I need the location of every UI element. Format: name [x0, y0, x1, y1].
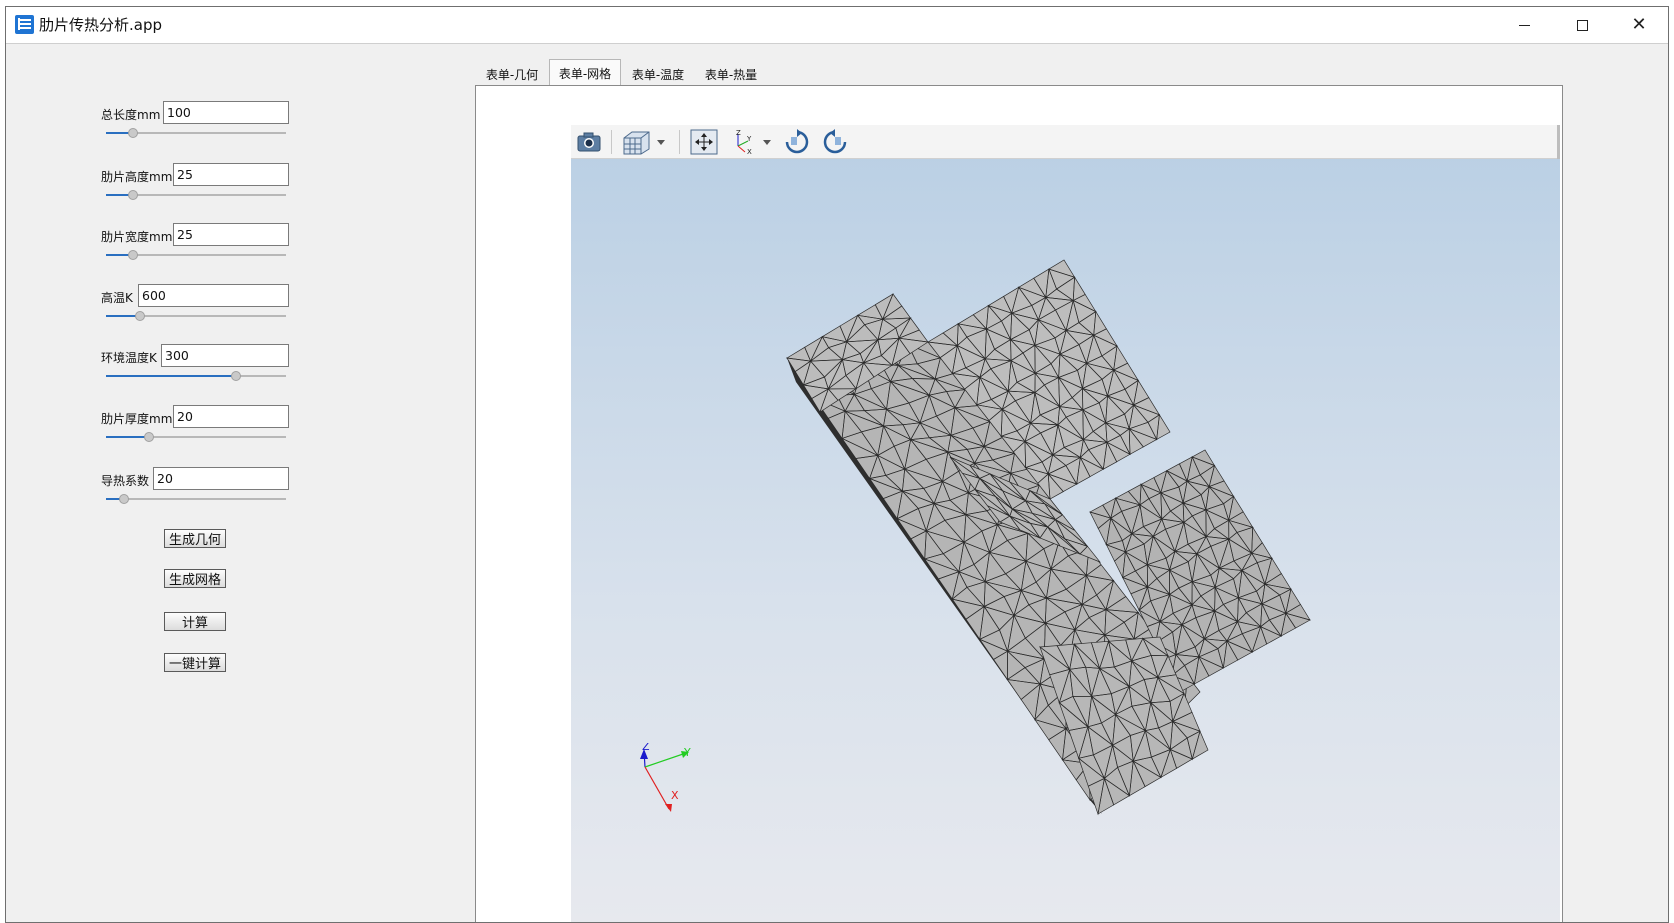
fin-thickness-input[interactable] — [173, 405, 289, 428]
fin-width-label: 肋片宽度mm — [101, 230, 173, 244]
conductivity-label: 导热系数 — [101, 474, 150, 488]
axis-y-label: Y — [683, 746, 691, 759]
minimize-icon — [1518, 24, 1530, 26]
rotate-cw-button[interactable] — [783, 128, 811, 156]
tab-temperature[interactable]: 表单-温度 — [622, 62, 694, 87]
tab-mesh[interactable]: 表单-网格 — [549, 59, 621, 87]
high-temp-label: 高温K — [101, 291, 133, 305]
mesh-tab-panel: Z Y X Z Y X — [475, 85, 1563, 922]
fin-mesh-model — [785, 259, 1311, 816]
close-button[interactable]: ✕ — [1610, 7, 1668, 43]
compute-button[interactable]: 计算 — [164, 612, 226, 631]
minimize-button[interactable] — [1495, 7, 1553, 43]
view-cube-icon — [623, 131, 665, 155]
maximize-button[interactable] — [1553, 7, 1611, 43]
zoom-extents-button[interactable] — [689, 128, 719, 156]
tab-heat[interactable]: 表单-热量 — [695, 62, 767, 87]
screenshot-button[interactable] — [575, 128, 603, 156]
parameter-panel: 总长度mm 肋片高度mm 肋片宽度mm 高温K 环境温度K 肋片厚度mm 导热系数 生成几何… — [6, 45, 476, 922]
total-length-label: 总长度mm — [101, 108, 161, 122]
view-cube-button[interactable] — [621, 128, 667, 156]
fin-width-slider[interactable] — [106, 250, 286, 260]
total-length-slider[interactable] — [106, 128, 286, 138]
total-length-input[interactable] — [163, 101, 289, 124]
generate-geometry-button[interactable]: 生成几何 — [164, 529, 226, 548]
axis-x-label: X — [671, 789, 679, 802]
viewer-scrollbar[interactable] — [1557, 125, 1560, 159]
high-temp-slider[interactable] — [106, 311, 286, 321]
conductivity-slider[interactable] — [106, 494, 286, 504]
rotate-cw-icon — [785, 129, 809, 154]
fin-thickness-slider[interactable] — [106, 432, 286, 442]
zoom-extents-icon — [690, 129, 718, 155]
ambient-temp-slider[interactable] — [106, 371, 286, 381]
axis-z-label: Z — [642, 743, 650, 753]
axis-orientation-button[interactable]: Z Y X — [731, 128, 775, 156]
generate-mesh-button[interactable]: 生成网格 — [164, 569, 226, 588]
rotate-ccw-button[interactable] — [821, 128, 849, 156]
fin-thickness-label: 肋片厚度mm — [101, 412, 173, 426]
total-length-slider-thumb[interactable] — [128, 128, 138, 138]
close-icon: ✕ — [1631, 14, 1647, 35]
fin-width-input[interactable] — [173, 223, 289, 246]
fin-thickness-slider-thumb[interactable] — [144, 432, 155, 442]
axis-x-arrow — [665, 804, 672, 812]
camera-icon — [577, 132, 601, 152]
fin-height-input[interactable] — [173, 163, 289, 186]
fin-height-slider-thumb[interactable] — [128, 190, 138, 200]
ambient-temp-input[interactable] — [161, 344, 289, 367]
axis-x-line — [644, 766, 670, 810]
title-bar: 肋片传热分析.app ✕ — [6, 7, 1668, 44]
rotate-ccw-icon — [823, 129, 847, 154]
app-icon — [15, 15, 34, 34]
svg-text:X: X — [747, 148, 752, 155]
viewer-toolbar: Z Y X — [571, 125, 1560, 159]
window-title: 肋片传热分析.app — [39, 16, 163, 34]
tab-geometry[interactable]: 表单-几何 — [476, 62, 548, 87]
axis-triad: Z Y X — [640, 743, 691, 812]
svg-text:Y: Y — [746, 135, 752, 143]
app-window: 肋片传热分析.app ✕ 总长度mm 肋片高度mm 肋片宽度mm 高温K 环境温度K 肋片… — [5, 6, 1669, 923]
maximize-icon — [1576, 19, 1588, 31]
conductivity-input[interactable] — [153, 467, 289, 490]
mesh-viewer[interactable]: Z Y X Z Y X — [571, 125, 1560, 922]
axis-orientation-icon: Z Y X — [736, 129, 771, 155]
ambient-temp-slider-thumb[interactable] — [230, 371, 241, 381]
high-temp-input[interactable] — [138, 284, 289, 307]
ambient-temp-label: 环境温度K — [101, 351, 157, 365]
fin-width-slider-thumb[interactable] — [128, 250, 138, 260]
fin-height-slider[interactable] — [106, 190, 286, 200]
conductivity-slider-thumb[interactable] — [119, 494, 129, 504]
fin-height-label: 肋片高度mm — [101, 170, 173, 184]
high-temp-slider-thumb[interactable] — [135, 311, 146, 321]
svg-text:Z: Z — [736, 129, 741, 137]
axis-y-line — [644, 752, 687, 768]
one-click-compute-button[interactable]: 一键计算 — [164, 653, 226, 672]
